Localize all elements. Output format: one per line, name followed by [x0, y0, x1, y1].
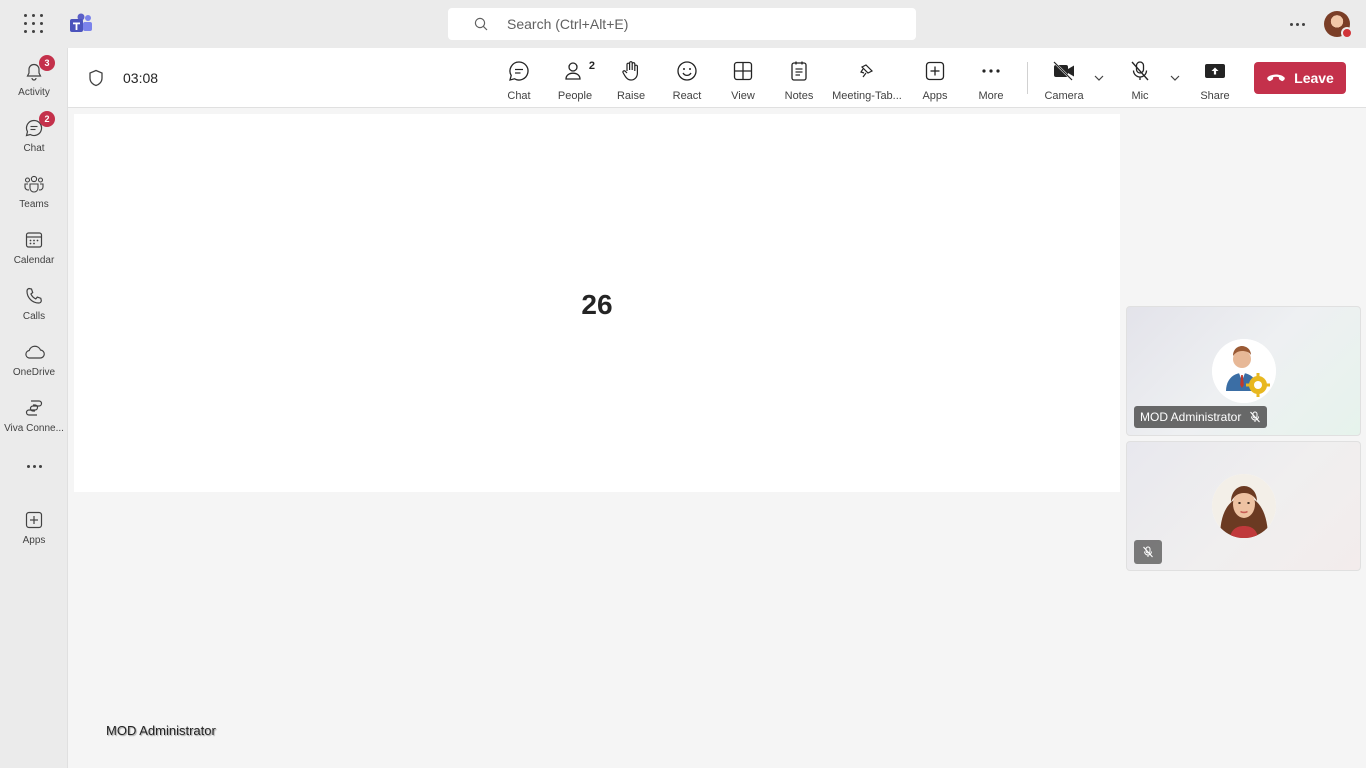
- participant-avatar: [1212, 474, 1276, 538]
- notes-icon: [787, 59, 811, 83]
- grid-view-icon: [731, 59, 755, 83]
- camera-button[interactable]: Camera: [1043, 48, 1085, 108]
- participant-tile[interactable]: MOD Administrator: [1126, 306, 1361, 436]
- chat-icon: 2: [22, 111, 55, 140]
- chat-button[interactable]: Chat: [503, 48, 535, 108]
- calendar-icon: [22, 228, 46, 252]
- apps-label: Apps: [922, 90, 948, 102]
- mic-off-icon: [1143, 546, 1153, 558]
- people-icon: 2: [563, 59, 595, 83]
- leave-button[interactable]: Leave: [1254, 62, 1346, 94]
- activity-badge: 3: [39, 55, 55, 71]
- notes-button[interactable]: Notes: [783, 48, 815, 108]
- hand-icon: [619, 59, 643, 83]
- more-actions-button[interactable]: More: [975, 48, 1007, 108]
- teams-icon: [22, 172, 46, 196]
- participant-tile[interactable]: [1126, 441, 1361, 571]
- camera-label: Camera: [1044, 90, 1084, 102]
- view-button[interactable]: View: [727, 48, 759, 108]
- rail-item-calls[interactable]: Calls: [0, 276, 68, 328]
- viva-connections-icon: [22, 396, 46, 420]
- mic-label: Mic: [1131, 90, 1149, 102]
- hang-up-icon: [1267, 74, 1285, 82]
- rail-item-label: Calls: [22, 311, 46, 322]
- app-launcher-icon[interactable]: [24, 14, 44, 34]
- camera-off-icon: [1052, 59, 1076, 83]
- add-apps-icon: [22, 508, 46, 532]
- notes-label: Notes: [784, 90, 814, 102]
- meeting-timer: 03:08: [123, 70, 159, 86]
- shared-content-stage: 26: [74, 114, 1120, 492]
- toolbar-divider: [1027, 62, 1028, 94]
- camera-options-chevron-icon[interactable]: [1093, 72, 1105, 84]
- share-button[interactable]: Share: [1199, 48, 1231, 108]
- rail-item-chat[interactable]: 2 Chat: [0, 108, 68, 160]
- mic-options-chevron-icon[interactable]: [1169, 72, 1181, 84]
- raise-label: Raise: [616, 90, 646, 102]
- meeting-toolbar: 03:08 Chat 2 People Raise React View Not…: [68, 48, 1366, 108]
- phone-icon: [22, 284, 46, 308]
- mic-off-icon: [1250, 411, 1261, 423]
- chat-icon: [507, 59, 531, 83]
- rail-item-onedrive[interactable]: OneDrive: [0, 332, 68, 384]
- cloud-icon: [22, 340, 46, 364]
- shield-icon[interactable]: [88, 69, 104, 87]
- share-screen-icon: [1203, 59, 1227, 83]
- rail-item-label: Viva Conne...: [4, 423, 64, 434]
- rail-item-viva-connections[interactable]: Viva Conne...: [0, 388, 68, 440]
- search-box[interactable]: [448, 8, 916, 40]
- rail-item-calendar[interactable]: Calendar: [0, 220, 68, 272]
- emoji-icon: [675, 59, 699, 83]
- rail-item-label: Chat: [23, 143, 45, 154]
- admin-avatar: [1212, 339, 1276, 403]
- app-rail: 3 Activity 2 Chat Teams Calendar Calls O…: [0, 48, 68, 768]
- chat-badge: 2: [39, 111, 55, 127]
- rail-item-activity[interactable]: 3 Activity: [0, 52, 68, 104]
- react-button[interactable]: React: [671, 48, 703, 108]
- rail-item-label: Activity: [18, 87, 50, 98]
- chat-label: Chat: [507, 90, 531, 102]
- teams-logo-icon: [70, 13, 92, 32]
- rail-item-label: Teams: [19, 199, 49, 210]
- meeting-tab-button[interactable]: Meeting-Tab...: [832, 48, 902, 108]
- more-label: More: [978, 90, 1004, 102]
- participant-name: MOD Administrator: [1140, 410, 1242, 424]
- people-count: 2: [588, 60, 595, 72]
- rail-item-label: OneDrive: [12, 367, 56, 378]
- apps-button[interactable]: Apps: [919, 48, 951, 108]
- participant-mute-indicator: [1134, 540, 1162, 564]
- top-bar: [0, 0, 1366, 48]
- view-label: View: [731, 90, 755, 102]
- settings-more-icon[interactable]: [1287, 14, 1307, 34]
- share-label: Share: [1200, 90, 1230, 102]
- raise-hand-button[interactable]: Raise: [615, 48, 647, 108]
- rail-item-label: Apps: [22, 535, 46, 546]
- people-button[interactable]: 2 People: [556, 48, 595, 108]
- more-apps-icon[interactable]: [0, 456, 68, 476]
- search-icon: [474, 17, 488, 31]
- mic-off-icon: [1128, 59, 1152, 83]
- meeting-tab-app-icon: [855, 59, 879, 83]
- participant-name-tag: MOD Administrator: [1134, 406, 1268, 428]
- more-horizontal-icon: [979, 59, 1003, 83]
- bell-icon: 3: [22, 55, 55, 84]
- meeting-tab-label: Meeting-Tab...: [832, 90, 902, 102]
- rail-item-apps[interactable]: Apps: [0, 500, 68, 552]
- leave-label: Leave: [1294, 70, 1334, 86]
- search-input[interactable]: [507, 16, 867, 32]
- people-label: People: [557, 90, 593, 102]
- add-apps-icon: [923, 59, 947, 83]
- presenter-name-label: MOD Administrator: [106, 723, 216, 738]
- react-label: React: [672, 90, 702, 102]
- mic-button[interactable]: Mic: [1126, 48, 1154, 108]
- stage-number-display: 26: [581, 289, 613, 320]
- presence-status-icon: [1341, 27, 1353, 39]
- rail-item-teams[interactable]: Teams: [0, 164, 68, 216]
- rail-item-label: Calendar: [13, 255, 55, 266]
